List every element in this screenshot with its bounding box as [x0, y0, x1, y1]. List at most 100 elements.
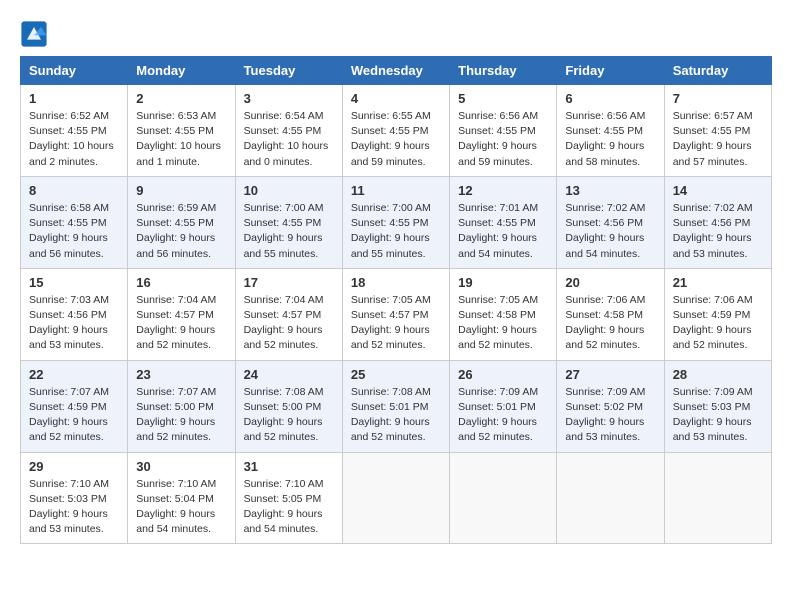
calendar-cell: 27 Sunrise: 7:09 AM Sunset: 5:02 PM Dayl… — [557, 360, 664, 452]
day-detail: Sunrise: 7:02 AM Sunset: 4:56 PM Dayligh… — [673, 201, 763, 262]
day-detail: Sunrise: 7:09 AM Sunset: 5:02 PM Dayligh… — [565, 385, 655, 446]
day-detail: Sunrise: 7:00 AM Sunset: 4:55 PM Dayligh… — [351, 201, 441, 262]
day-detail: Sunrise: 6:54 AM Sunset: 4:55 PM Dayligh… — [244, 109, 334, 170]
day-number: 16 — [136, 275, 226, 290]
calendar-cell: 9 Sunrise: 6:59 AM Sunset: 4:55 PM Dayli… — [128, 176, 235, 268]
day-number: 1 — [29, 91, 119, 106]
calendar-cell: 24 Sunrise: 7:08 AM Sunset: 5:00 PM Dayl… — [235, 360, 342, 452]
column-header-monday: Monday — [128, 57, 235, 85]
calendar-cell: 2 Sunrise: 6:53 AM Sunset: 4:55 PM Dayli… — [128, 85, 235, 177]
calendar-cell: 8 Sunrise: 6:58 AM Sunset: 4:55 PM Dayli… — [21, 176, 128, 268]
day-number: 6 — [565, 91, 655, 106]
day-number: 5 — [458, 91, 548, 106]
calendar-week-row: 15 Sunrise: 7:03 AM Sunset: 4:56 PM Dayl… — [21, 268, 772, 360]
day-detail: Sunrise: 6:58 AM Sunset: 4:55 PM Dayligh… — [29, 201, 119, 262]
day-number: 31 — [244, 459, 334, 474]
logo — [20, 20, 50, 48]
day-number: 28 — [673, 367, 763, 382]
day-number: 10 — [244, 183, 334, 198]
day-number: 21 — [673, 275, 763, 290]
calendar-cell: 13 Sunrise: 7:02 AM Sunset: 4:56 PM Dayl… — [557, 176, 664, 268]
day-detail: Sunrise: 7:10 AM Sunset: 5:03 PM Dayligh… — [29, 477, 119, 538]
calendar-cell: 31 Sunrise: 7:10 AM Sunset: 5:05 PM Dayl… — [235, 452, 342, 544]
column-header-tuesday: Tuesday — [235, 57, 342, 85]
column-header-sunday: Sunday — [21, 57, 128, 85]
column-header-friday: Friday — [557, 57, 664, 85]
day-number: 3 — [244, 91, 334, 106]
calendar-cell: 12 Sunrise: 7:01 AM Sunset: 4:55 PM Dayl… — [450, 176, 557, 268]
day-number: 9 — [136, 183, 226, 198]
calendar-cell — [557, 452, 664, 544]
day-detail: Sunrise: 6:55 AM Sunset: 4:55 PM Dayligh… — [351, 109, 441, 170]
day-number: 15 — [29, 275, 119, 290]
day-number: 20 — [565, 275, 655, 290]
day-detail: Sunrise: 7:06 AM Sunset: 4:58 PM Dayligh… — [565, 293, 655, 354]
day-detail: Sunrise: 7:06 AM Sunset: 4:59 PM Dayligh… — [673, 293, 763, 354]
calendar-cell: 20 Sunrise: 7:06 AM Sunset: 4:58 PM Dayl… — [557, 268, 664, 360]
calendar-week-row: 22 Sunrise: 7:07 AM Sunset: 4:59 PM Dayl… — [21, 360, 772, 452]
day-number: 26 — [458, 367, 548, 382]
calendar-cell — [342, 452, 449, 544]
day-detail: Sunrise: 7:10 AM Sunset: 5:04 PM Dayligh… — [136, 477, 226, 538]
calendar-cell: 16 Sunrise: 7:04 AM Sunset: 4:57 PM Dayl… — [128, 268, 235, 360]
day-number: 8 — [29, 183, 119, 198]
calendar-cell: 19 Sunrise: 7:05 AM Sunset: 4:58 PM Dayl… — [450, 268, 557, 360]
day-detail: Sunrise: 7:02 AM Sunset: 4:56 PM Dayligh… — [565, 201, 655, 262]
column-header-wednesday: Wednesday — [342, 57, 449, 85]
day-number: 24 — [244, 367, 334, 382]
day-number: 13 — [565, 183, 655, 198]
day-number: 27 — [565, 367, 655, 382]
calendar-cell: 14 Sunrise: 7:02 AM Sunset: 4:56 PM Dayl… — [664, 176, 771, 268]
day-number: 29 — [29, 459, 119, 474]
day-detail: Sunrise: 7:04 AM Sunset: 4:57 PM Dayligh… — [136, 293, 226, 354]
day-number: 18 — [351, 275, 441, 290]
calendar-cell: 18 Sunrise: 7:05 AM Sunset: 4:57 PM Dayl… — [342, 268, 449, 360]
day-number: 23 — [136, 367, 226, 382]
calendar-cell: 22 Sunrise: 7:07 AM Sunset: 4:59 PM Dayl… — [21, 360, 128, 452]
day-number: 14 — [673, 183, 763, 198]
day-detail: Sunrise: 7:00 AM Sunset: 4:55 PM Dayligh… — [244, 201, 334, 262]
day-detail: Sunrise: 7:04 AM Sunset: 4:57 PM Dayligh… — [244, 293, 334, 354]
day-detail: Sunrise: 7:09 AM Sunset: 5:01 PM Dayligh… — [458, 385, 548, 446]
calendar-cell: 11 Sunrise: 7:00 AM Sunset: 4:55 PM Dayl… — [342, 176, 449, 268]
calendar-cell: 25 Sunrise: 7:08 AM Sunset: 5:01 PM Dayl… — [342, 360, 449, 452]
day-detail: Sunrise: 7:05 AM Sunset: 4:58 PM Dayligh… — [458, 293, 548, 354]
calendar-cell: 10 Sunrise: 7:00 AM Sunset: 4:55 PM Dayl… — [235, 176, 342, 268]
calendar-cell: 30 Sunrise: 7:10 AM Sunset: 5:04 PM Dayl… — [128, 452, 235, 544]
day-number: 4 — [351, 91, 441, 106]
column-header-saturday: Saturday — [664, 57, 771, 85]
calendar-cell: 17 Sunrise: 7:04 AM Sunset: 4:57 PM Dayl… — [235, 268, 342, 360]
day-number: 22 — [29, 367, 119, 382]
calendar-cell: 15 Sunrise: 7:03 AM Sunset: 4:56 PM Dayl… — [21, 268, 128, 360]
calendar-week-row: 1 Sunrise: 6:52 AM Sunset: 4:55 PM Dayli… — [21, 85, 772, 177]
logo-icon — [20, 20, 48, 48]
day-number: 19 — [458, 275, 548, 290]
day-detail: Sunrise: 7:08 AM Sunset: 5:00 PM Dayligh… — [244, 385, 334, 446]
day-number: 7 — [673, 91, 763, 106]
column-header-thursday: Thursday — [450, 57, 557, 85]
calendar-cell: 1 Sunrise: 6:52 AM Sunset: 4:55 PM Dayli… — [21, 85, 128, 177]
day-detail: Sunrise: 6:53 AM Sunset: 4:55 PM Dayligh… — [136, 109, 226, 170]
calendar-cell: 21 Sunrise: 7:06 AM Sunset: 4:59 PM Dayl… — [664, 268, 771, 360]
day-detail: Sunrise: 6:59 AM Sunset: 4:55 PM Dayligh… — [136, 201, 226, 262]
calendar-cell: 26 Sunrise: 7:09 AM Sunset: 5:01 PM Dayl… — [450, 360, 557, 452]
day-detail: Sunrise: 7:01 AM Sunset: 4:55 PM Dayligh… — [458, 201, 548, 262]
calendar-cell: 23 Sunrise: 7:07 AM Sunset: 5:00 PM Dayl… — [128, 360, 235, 452]
calendar-cell — [664, 452, 771, 544]
day-detail: Sunrise: 7:07 AM Sunset: 4:59 PM Dayligh… — [29, 385, 119, 446]
calendar-cell: 3 Sunrise: 6:54 AM Sunset: 4:55 PM Dayli… — [235, 85, 342, 177]
day-number: 25 — [351, 367, 441, 382]
day-detail: Sunrise: 7:09 AM Sunset: 5:03 PM Dayligh… — [673, 385, 763, 446]
calendar-cell: 7 Sunrise: 6:57 AM Sunset: 4:55 PM Dayli… — [664, 85, 771, 177]
day-number: 17 — [244, 275, 334, 290]
page-header — [20, 20, 772, 48]
calendar-table: SundayMondayTuesdayWednesdayThursdayFrid… — [20, 56, 772, 544]
calendar-cell — [450, 452, 557, 544]
day-detail: Sunrise: 7:05 AM Sunset: 4:57 PM Dayligh… — [351, 293, 441, 354]
day-detail: Sunrise: 7:07 AM Sunset: 5:00 PM Dayligh… — [136, 385, 226, 446]
day-number: 2 — [136, 91, 226, 106]
calendar-cell: 4 Sunrise: 6:55 AM Sunset: 4:55 PM Dayli… — [342, 85, 449, 177]
calendar-cell: 29 Sunrise: 7:10 AM Sunset: 5:03 PM Dayl… — [21, 452, 128, 544]
calendar-header-row: SundayMondayTuesdayWednesdayThursdayFrid… — [21, 57, 772, 85]
day-detail: Sunrise: 6:56 AM Sunset: 4:55 PM Dayligh… — [458, 109, 548, 170]
